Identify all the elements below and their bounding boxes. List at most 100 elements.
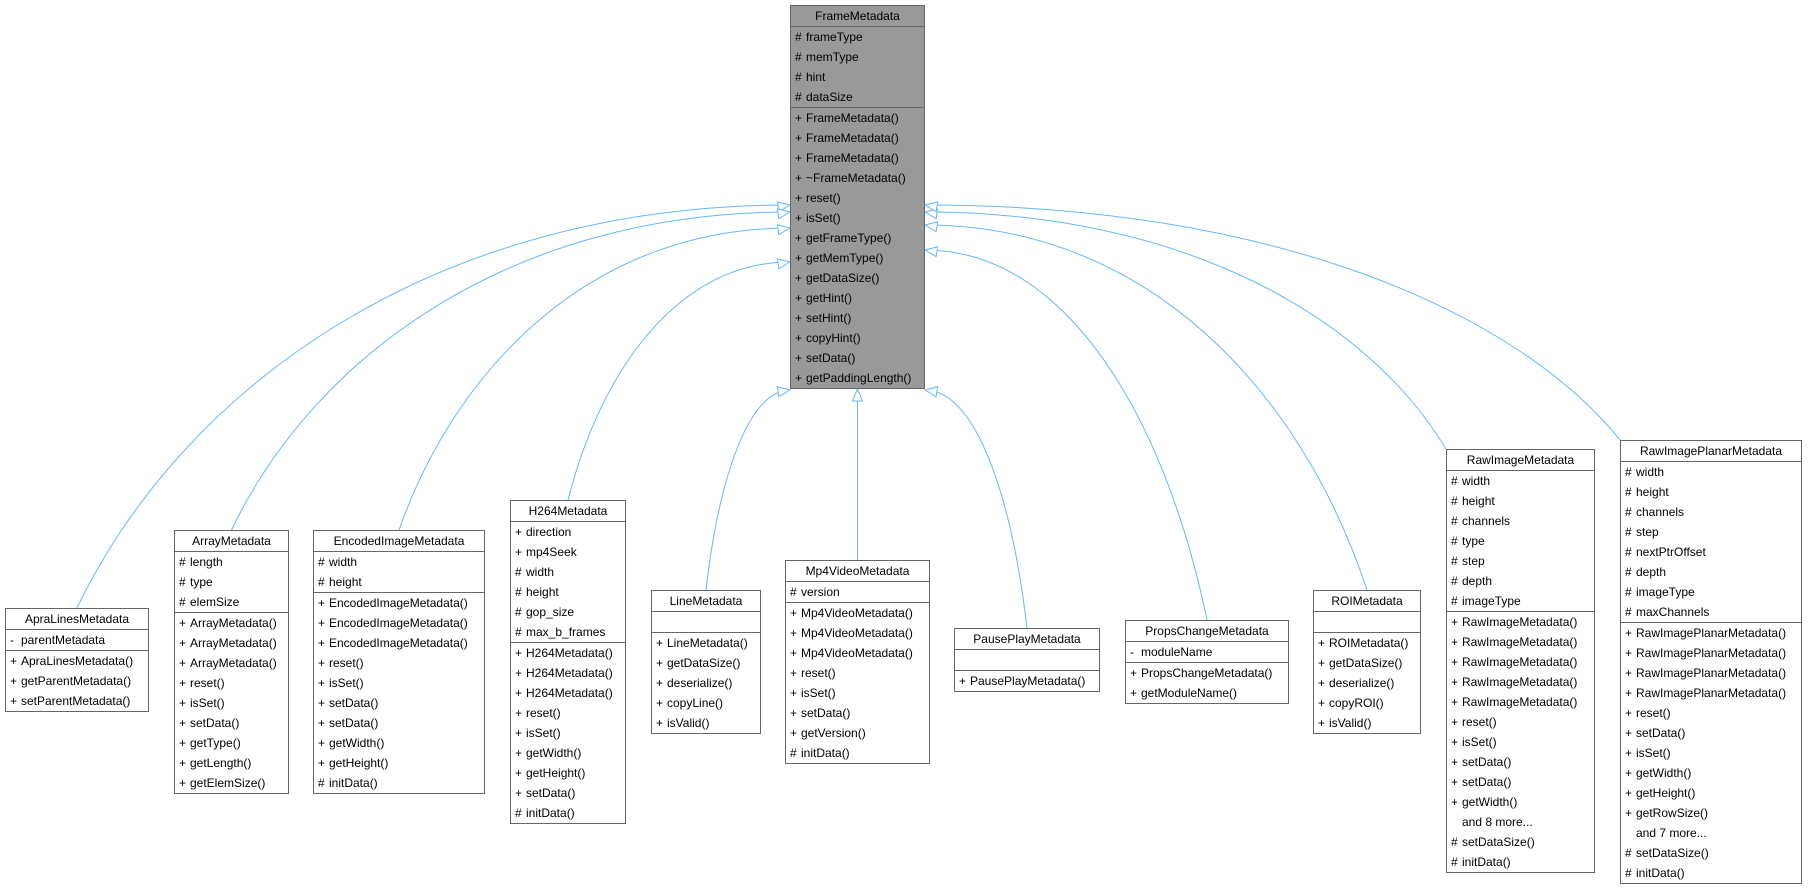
attribute-row[interactable]: + direction <box>511 522 625 542</box>
method-row[interactable]: + ~FrameMetadata() <box>791 168 924 188</box>
attribute-row[interactable]: # channels <box>1621 502 1801 522</box>
method-row[interactable]: + ArrayMetadata() <box>175 653 288 673</box>
attribute-row[interactable]: # imageType <box>1447 591 1594 611</box>
method-row[interactable]: and 8 more... <box>1447 812 1594 832</box>
method-row[interactable]: + isSet() <box>1447 732 1594 752</box>
attribute-row[interactable]: # dataSize <box>791 87 924 107</box>
method-row[interactable]: + RawImageMetadata() <box>1447 612 1594 632</box>
attribute-row[interactable]: # version <box>786 582 929 602</box>
method-row[interactable]: + getHeight() <box>511 763 625 783</box>
attribute-row[interactable]: # memType <box>791 47 924 67</box>
class-name[interactable]: H264Metadata <box>511 501 625 522</box>
method-row[interactable]: # initData() <box>511 803 625 823</box>
method-row[interactable]: + getHint() <box>791 288 924 308</box>
attribute-row[interactable]: # width <box>1447 471 1594 491</box>
method-row[interactable]: + reset() <box>511 703 625 723</box>
class-name[interactable]: EncodedImageMetadata <box>314 531 484 552</box>
method-row[interactable]: # initData() <box>786 743 929 763</box>
class-box-roimetadata[interactable]: ROIMetadata + ROIMetadata() + getDataSize() +… <box>1313 590 1421 734</box>
method-row[interactable]: + RawImageMetadata() <box>1447 632 1594 652</box>
method-row[interactable]: # initData() <box>314 773 484 793</box>
class-box-encoded-image-metadata[interactable]: EncodedImageMetadata # width # height + Encode… <box>313 530 485 794</box>
method-row[interactable]: + PropsChangeMetadata() <box>1126 663 1288 683</box>
method-row[interactable]: + reset() <box>786 663 929 683</box>
method-row[interactable]: + EncodedImageMetadata() <box>314 633 484 653</box>
attribute-row[interactable]: # step <box>1621 522 1801 542</box>
attribute-row[interactable]: # imageType <box>1621 582 1801 602</box>
method-row[interactable]: + setData() <box>314 693 484 713</box>
method-row[interactable]: + isValid() <box>652 713 760 733</box>
class-box-frame-metadata[interactable]: FrameMetadata # frameType # memType # hint # dat… <box>790 5 925 389</box>
method-row[interactable]: + RawImagePlanarMetadata() <box>1621 663 1801 683</box>
method-row[interactable]: + getLength() <box>175 753 288 773</box>
attribute-row[interactable]: # depth <box>1621 562 1801 582</box>
method-row[interactable]: + RawImageMetadata() <box>1447 692 1594 712</box>
attribute-row[interactable]: # max_b_frames <box>511 622 625 642</box>
method-row[interactable]: + getWidth() <box>1621 763 1801 783</box>
method-row[interactable]: + copyHint() <box>791 328 924 348</box>
method-row[interactable]: + getPaddingLength() <box>791 368 924 388</box>
attribute-row[interactable]: # gop_size <box>511 602 625 622</box>
class-name[interactable]: ROIMetadata <box>1314 591 1420 612</box>
attribute-row[interactable]: # height <box>511 582 625 602</box>
method-row[interactable]: + setData() <box>786 703 929 723</box>
method-row[interactable]: + Mp4VideoMetadata() <box>786 603 929 623</box>
method-row[interactable]: # setDataSize() <box>1447 832 1594 852</box>
method-row[interactable]: + getElemSize() <box>175 773 288 793</box>
method-row[interactable]: + setData() <box>511 783 625 803</box>
method-row[interactable]: + Mp4VideoMetadata() <box>786 643 929 663</box>
attribute-row[interactable]: # channels <box>1447 511 1594 531</box>
class-name[interactable]: PausePlayMetadata <box>955 629 1099 650</box>
method-row[interactable]: + getParentMetadata() <box>6 671 148 691</box>
method-row[interactable]: + getWidth() <box>314 733 484 753</box>
method-row[interactable]: + getDataSize() <box>1314 653 1420 673</box>
method-row[interactable]: and 7 more... <box>1621 823 1801 843</box>
method-row[interactable]: + ArrayMetadata() <box>175 613 288 633</box>
attribute-row[interactable]: # width <box>511 562 625 582</box>
method-row[interactable]: + reset() <box>791 188 924 208</box>
method-row[interactable]: + deserialize() <box>652 673 760 693</box>
method-row[interactable]: + setHint() <box>791 308 924 328</box>
method-row[interactable]: + RawImageMetadata() <box>1447 652 1594 672</box>
class-box-raw-image-planar-metadata[interactable]: RawImagePlanarMetadata # width # height # chan… <box>1620 440 1802 884</box>
attribute-row[interactable]: - moduleName <box>1126 642 1288 662</box>
attribute-row[interactable]: # type <box>175 572 288 592</box>
class-box-h264-metadata[interactable]: H264Metadata + direction + mp4Seek # width # hei… <box>510 500 626 824</box>
method-row[interactable]: + getHeight() <box>1621 783 1801 803</box>
method-row[interactable]: + isSet() <box>175 693 288 713</box>
method-row[interactable]: + reset() <box>314 653 484 673</box>
method-row[interactable]: + H264Metadata() <box>511 663 625 683</box>
class-box-pause-play-metadata[interactable]: PausePlayMetadata + PausePlayMetadata() <box>954 628 1100 692</box>
method-row[interactable]: + getHeight() <box>314 753 484 773</box>
method-row[interactable]: + getWidth() <box>1447 792 1594 812</box>
method-row[interactable]: + EncodedImageMetadata() <box>314 613 484 633</box>
class-name[interactable]: LineMetadata <box>652 591 760 612</box>
method-row[interactable]: + FrameMetadata() <box>791 148 924 168</box>
method-row[interactable]: + getWidth() <box>511 743 625 763</box>
attribute-row[interactable]: # width <box>314 552 484 572</box>
class-box-mp4-video-metadata[interactable]: Mp4VideoMetadata # version + Mp4VideoMetadat… <box>785 560 930 764</box>
method-row[interactable]: + reset() <box>175 673 288 693</box>
class-name[interactable]: Mp4VideoMetadata <box>786 561 929 582</box>
method-row[interactable]: + isSet() <box>314 673 484 693</box>
class-box-line-metadata[interactable]: LineMetadata + LineMetadata() + getDataSize(… <box>651 590 761 734</box>
method-row[interactable]: + isSet() <box>786 683 929 703</box>
method-row[interactable]: + getRowSize() <box>1621 803 1801 823</box>
attribute-row[interactable]: # hint <box>791 67 924 87</box>
method-row[interactable]: + ROIMetadata() <box>1314 633 1420 653</box>
class-name[interactable]: ArrayMetadata <box>175 531 288 552</box>
method-row[interactable]: + copyLine() <box>652 693 760 713</box>
method-row[interactable]: + setData() <box>314 713 484 733</box>
class-box-props-change-metadata[interactable]: PropsChangeMetadata - moduleName + PropsChan… <box>1125 620 1289 704</box>
method-row[interactable]: + setData() <box>1621 723 1801 743</box>
method-row[interactable]: + RawImageMetadata() <box>1447 672 1594 692</box>
method-row[interactable]: # initData() <box>1621 863 1801 883</box>
attribute-row[interactable]: # type <box>1447 531 1594 551</box>
method-row[interactable]: + deserialize() <box>1314 673 1420 693</box>
method-row[interactable]: + setParentMetadata() <box>6 691 148 711</box>
method-row[interactable]: + H264Metadata() <box>511 683 625 703</box>
attribute-row[interactable]: # height <box>314 572 484 592</box>
method-row[interactable]: + reset() <box>1447 712 1594 732</box>
class-name[interactable]: RawImagePlanarMetadata <box>1621 441 1801 462</box>
method-row[interactable]: + ApraLinesMetadata() <box>6 651 148 671</box>
